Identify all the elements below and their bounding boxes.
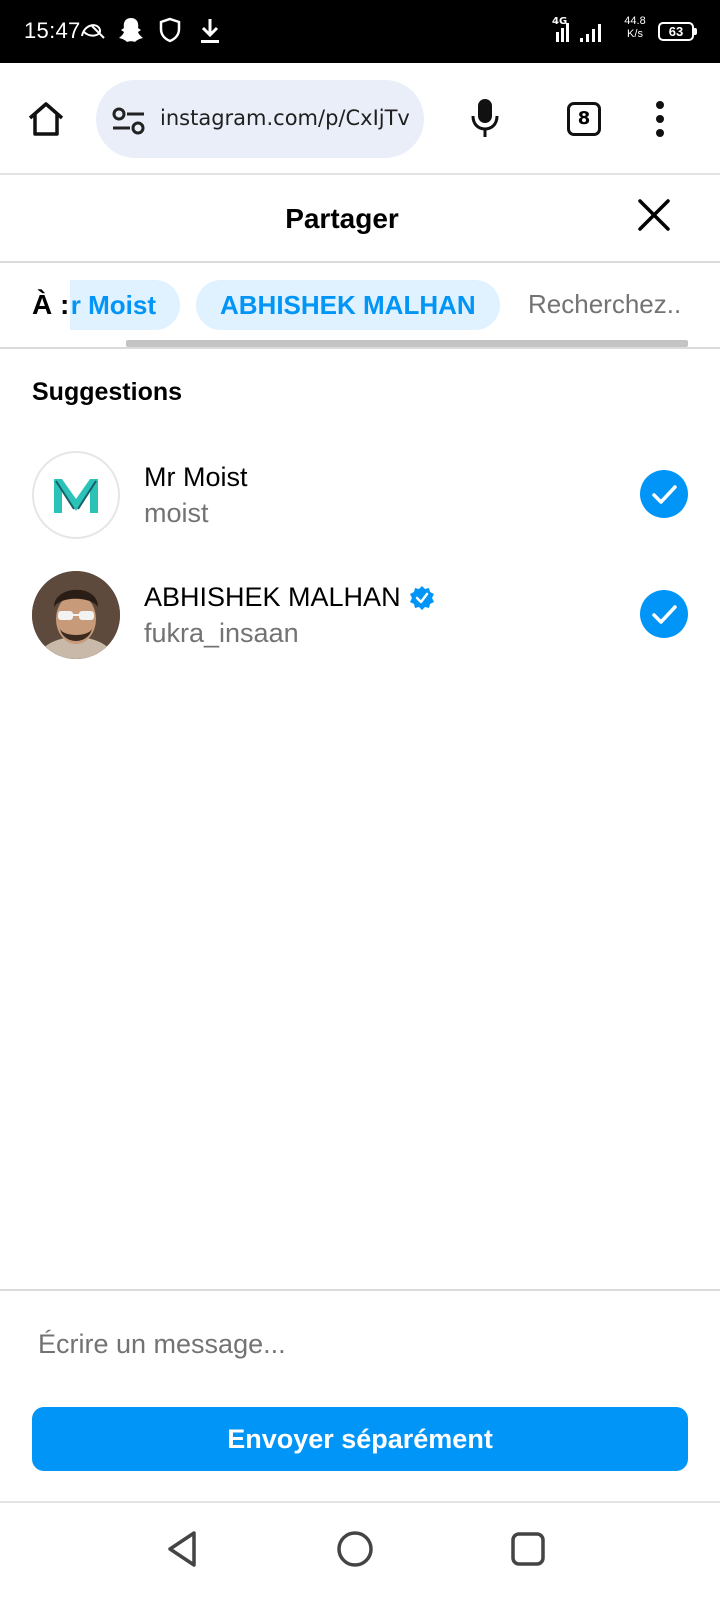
avatar <box>32 571 120 659</box>
suggestion-row[interactable]: Mr Moist moist <box>0 446 720 546</box>
battery-indicator: 63 <box>658 22 697 41</box>
recipient-chip-label: r Moist <box>70 290 156 320</box>
selected-checkbox[interactable] <box>640 470 688 518</box>
site-settings-icon[interactable] <box>110 106 148 136</box>
recipient-chip[interactable]: ABHISHEK MALHAN <box>196 280 500 330</box>
horizontal-scrollbar[interactable] <box>126 340 688 347</box>
status-bar: 15:47 4G 44.8 K/s 63 <box>0 0 720 63</box>
to-label: À : <box>32 289 70 320</box>
avatar <box>32 451 120 539</box>
svg-text:4G: 4G <box>552 16 567 27</box>
alarm-icon <box>81 24 105 39</box>
selected-checkbox[interactable] <box>640 590 688 638</box>
status-time: 15:47 <box>24 18 81 43</box>
close-icon[interactable] <box>636 197 672 233</box>
home-icon[interactable] <box>26 99 66 139</box>
send-separately-button[interactable]: Envoyer séparément <box>32 1407 688 1471</box>
recipients-bar: À : r Moist ABHISHEK MALHAN Recherchez.. <box>0 263 720 349</box>
home-circle-icon[interactable] <box>335 1529 375 1569</box>
check-icon <box>652 485 677 504</box>
check-icon <box>652 605 677 624</box>
url-text[interactable]: instagram.com/p/CxIjTv <box>160 106 412 130</box>
suggestion-row[interactable]: ABHISHEK MALHAN fukra_insaan <box>0 566 720 666</box>
recents-icon[interactable] <box>510 1529 546 1569</box>
suggestion-name: Mr Moist <box>144 462 248 492</box>
more-options-icon[interactable] <box>654 99 666 139</box>
download-icon <box>201 19 219 43</box>
message-input[interactable] <box>38 1319 678 1369</box>
share-title: Partager <box>285 203 399 234</box>
snapchat-icon <box>119 18 143 42</box>
network-speed: 44.8 K/s <box>620 15 650 41</box>
suggestions-heading: Suggestions <box>32 378 183 406</box>
back-icon[interactable] <box>164 1529 200 1569</box>
profile-photo <box>32 571 120 659</box>
verified-badge-icon <box>409 585 434 610</box>
message-composer: Envoyer séparément <box>0 1289 720 1503</box>
suggestion-username: moist <box>144 498 209 528</box>
browser-toolbar: instagram.com/p/CxIjTv 8 <box>0 63 720 175</box>
moist-logo <box>54 479 98 513</box>
system-navigation-bar <box>0 1503 720 1600</box>
tab-switcher-button[interactable]: 8 <box>567 102 601 136</box>
share-header: Partager <box>0 176 720 263</box>
url-bar[interactable]: instagram.com/p/CxIjTv <box>96 80 424 158</box>
speed-value: 44.8 <box>624 15 646 27</box>
speed-unit: K/s <box>627 28 643 40</box>
suggestion-name-text: ABHISHEK MALHAN <box>144 582 401 612</box>
microphone-icon[interactable] <box>470 97 500 139</box>
signal-icon: 4G <box>552 16 601 42</box>
suggestion-name: ABHISHEK MALHAN <box>144 582 435 613</box>
shield-icon <box>159 17 181 43</box>
recipient-search-input[interactable]: Recherchez.. <box>528 289 681 320</box>
recipient-chip[interactable]: r Moist <box>70 280 180 330</box>
suggestion-username: fukra_insaan <box>144 618 299 648</box>
